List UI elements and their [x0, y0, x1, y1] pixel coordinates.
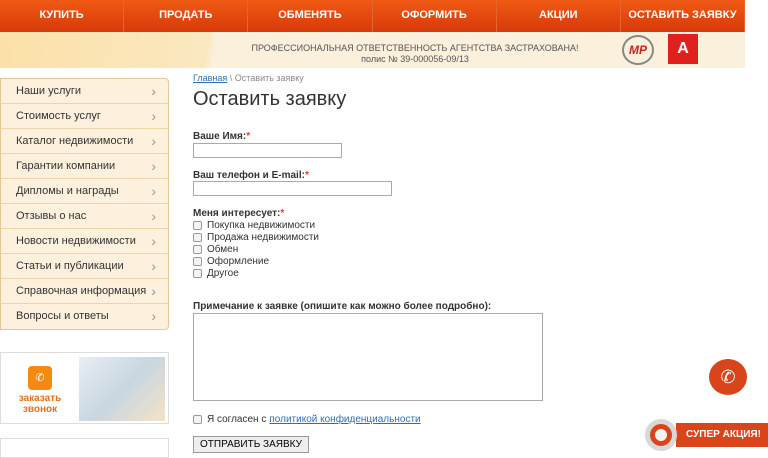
sidebar-item[interactable]: Статьи и публикации › — [1, 254, 168, 279]
chevron-right-icon: › — [151, 183, 156, 199]
interest-checkbox-sell[interactable]: Продажа недвижимости — [193, 232, 319, 243]
callback-banner[interactable]: ✆ заказать звонок — [0, 352, 169, 424]
breadcrumb-current: Оставить заявку — [234, 73, 304, 83]
sidebar-item[interactable]: Каталог недвижимости › — [1, 129, 168, 154]
operator-photo — [79, 357, 165, 421]
sidebar-item-label: Новости недвижимости — [16, 235, 136, 247]
sidebar-item-label: Каталог недвижимости — [16, 135, 134, 147]
partner-logo-2: А — [668, 34, 698, 64]
sidebar-item[interactable]: Новости недвижимости › — [1, 229, 168, 254]
nav-buy[interactable]: КУПИТЬ — [0, 0, 125, 32]
chevron-right-icon: › — [151, 258, 156, 274]
chevron-right-icon: › — [151, 283, 156, 299]
sidebar-banner[interactable] — [0, 438, 169, 458]
contact-input[interactable] — [193, 181, 392, 196]
submit-button[interactable]: ОТПРАВИТЬ ЗАЯВКУ — [193, 436, 309, 453]
banner-line2: полис № 39-000056-09/13 — [361, 54, 469, 64]
banner-line1: ПРОФЕССИОНАЛЬНАЯ ОТВЕТСТВЕННОСТЬ АГЕНТСТ… — [251, 43, 579, 53]
sidebar-item-label: Наши услуги — [16, 85, 82, 97]
nav-promos[interactable]: АКЦИИ — [497, 0, 621, 32]
sidebar-item[interactable]: Справочная информация › — [1, 279, 168, 304]
checkbox[interactable] — [193, 257, 202, 266]
interest-checkbox-exchange[interactable]: Обмен — [193, 244, 238, 255]
nav-leave-request[interactable]: ОСТАВИТЬ ЗАЯВКУ — [621, 0, 746, 32]
name-input[interactable] — [193, 143, 342, 158]
chevron-right-icon: › — [151, 83, 156, 99]
checkbox[interactable] — [193, 269, 202, 278]
main-content: Главная \ Оставить заявку Оставить заявк… — [193, 73, 593, 453]
interest-checkbox-buy[interactable]: Покупка недвижимости — [193, 220, 315, 231]
chevron-right-icon: › — [151, 208, 156, 224]
interest-checkbox-other[interactable]: Другое — [193, 268, 239, 279]
sidebar-menu: Наши услуги › Стоимость услуг › Каталог не… — [0, 78, 169, 330]
page-title: Оставить заявку — [193, 88, 347, 110]
contact-label: Ваш телефон и E-mail:* — [193, 170, 309, 181]
chevron-right-icon: › — [151, 108, 156, 124]
sidebar-item-label: Отзывы о нас — [16, 210, 87, 222]
sidebar-item-label: Дипломы и награды — [16, 185, 119, 197]
sidebar-item[interactable]: Стоимость услуг › — [1, 104, 168, 129]
sidebar-item-label: Гарантии компании — [16, 160, 116, 172]
chevron-right-icon: › — [151, 308, 156, 324]
promo-magnifier-icon[interactable] — [645, 419, 677, 451]
callback-label: заказать звонок — [18, 393, 62, 415]
sidebar-item[interactable]: Дипломы и награды › — [1, 179, 168, 204]
partner-logo-1: МР — [622, 35, 654, 65]
nav-register[interactable]: ОФОРМИТЬ — [373, 0, 497, 32]
checkbox[interactable] — [193, 233, 202, 242]
sidebar-item[interactable]: Гарантии компании › — [1, 154, 168, 179]
nav-exchange[interactable]: ОБМЕНЯТЬ — [248, 0, 373, 32]
agree-checkbox[interactable]: Я согласен с политикой конфиденциальности — [193, 414, 421, 425]
breadcrumb: Главная \ Оставить заявку — [193, 73, 593, 83]
privacy-policy-link[interactable]: политикой конфиденциальности — [269, 414, 420, 425]
nav-sell[interactable]: ПРОДАТЬ — [124, 0, 249, 32]
breadcrumb-home[interactable]: Главная — [193, 73, 227, 83]
checkbox[interactable] — [193, 415, 202, 424]
name-label: Ваше Имя:* — [193, 131, 251, 142]
sidebar-item[interactable]: Наши услуги › — [1, 79, 168, 104]
chevron-right-icon: › — [151, 133, 156, 149]
sidebar-item-label: Статьи и публикации — [16, 260, 124, 272]
chevron-right-icon: › — [151, 158, 156, 174]
note-label: Примечание к заявке (опишите как можно б… — [193, 301, 492, 312]
sidebar-item-label: Вопросы и ответы — [16, 310, 109, 322]
note-textarea[interactable] — [193, 313, 543, 401]
phone-chat-icon[interactable]: ✆ — [709, 359, 747, 395]
phone-icon: ✆ — [28, 366, 52, 390]
interest-label: Меня интересует:* — [193, 208, 285, 219]
sidebar-item-label: Стоимость услуг — [16, 110, 101, 122]
checkbox[interactable] — [193, 245, 202, 254]
sidebar-item[interactable]: Вопросы и ответы › — [1, 304, 168, 329]
breadcrumb-separator: \ — [227, 73, 235, 83]
checkbox[interactable] — [193, 221, 202, 230]
top-nav: КУПИТЬ ПРОДАТЬ ОБМЕНЯТЬ ОФОРМИТЬ АКЦИИ О… — [0, 0, 746, 32]
chevron-right-icon: › — [151, 233, 156, 249]
sidebar-item[interactable]: Отзывы о нас › — [1, 204, 168, 229]
interest-checkbox-paperwork[interactable]: Оформление — [193, 256, 269, 267]
sidebar-item-label: Справочная информация — [16, 285, 147, 297]
super-promo-button[interactable]: СУПЕР АКЦИЯ! — [676, 423, 768, 447]
